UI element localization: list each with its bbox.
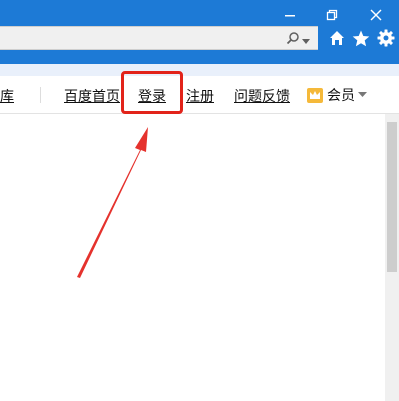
gear-icon — [377, 29, 395, 47]
chevron-down-icon — [358, 92, 367, 97]
top-strip — [0, 64, 399, 76]
home-icon — [330, 31, 344, 45]
scrollbar-thumb[interactable] — [387, 122, 397, 272]
restore-icon — [326, 9, 338, 21]
close-icon — [370, 9, 382, 21]
minimize-icon — [285, 15, 295, 17]
minimize-button[interactable] — [278, 6, 302, 24]
nav-link-register[interactable]: 注册 — [186, 86, 214, 106]
top-nav-bar: 库 百度首页 登录 注册 问题反馈 会员 — [0, 76, 399, 114]
home-button[interactable] — [326, 28, 348, 48]
address-dropdown-button[interactable] — [302, 30, 310, 49]
search-button[interactable] — [286, 30, 300, 49]
address-bar[interactable] — [0, 26, 318, 50]
nav-link-baidu-home[interactable]: 百度首页 — [64, 86, 120, 106]
page-content — [0, 64, 399, 401]
search-icon — [286, 32, 299, 45]
login-highlight-box — [121, 71, 183, 114]
nav-link-partial[interactable]: 库 — [0, 86, 14, 106]
tools-button[interactable] — [375, 28, 397, 48]
favorites-button[interactable] — [350, 28, 372, 48]
chevron-down-icon — [302, 39, 310, 44]
member-label: 会员 — [327, 88, 355, 104]
member-menu[interactable]: 会员 — [306, 85, 367, 105]
nav-link-feedback[interactable]: 问题反馈 — [234, 86, 290, 106]
crown-icon — [307, 88, 323, 103]
vertical-scrollbar[interactable] — [385, 114, 399, 401]
star-icon — [352, 30, 370, 46]
restore-button[interactable] — [320, 6, 344, 24]
close-button[interactable] — [364, 6, 388, 24]
nav-divider — [40, 87, 41, 103]
